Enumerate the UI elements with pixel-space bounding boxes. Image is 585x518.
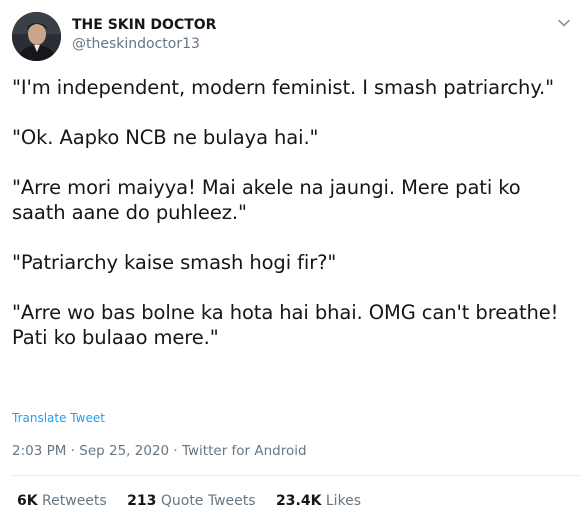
avatar-image: [12, 12, 61, 61]
likes-label: Likes: [325, 493, 362, 509]
tweet-paragraph: "Ok. Aapko NCB ne bulaya hai.": [12, 126, 319, 149]
tweet-timestamp[interactable]: 2:03 PM · Sep 25, 2020 · Twitter for And…: [12, 442, 307, 460]
quote-tweets-label: Quote Tweets: [160, 493, 256, 509]
quote-tweets-count: 213: [127, 493, 157, 509]
author-display-name[interactable]: THE SKIN DOCTOR: [72, 16, 216, 34]
author-handle[interactable]: @theskindoctor13: [72, 35, 216, 53]
divider: [12, 475, 580, 476]
tweet-paragraph: "Arre wo bas bolne ka hota hai bhai. OMG…: [12, 301, 559, 349]
tweet-paragraph: "I'm independent, modern feminist. I sma…: [12, 76, 554, 99]
retweets-count: 6K: [17, 493, 38, 509]
likes-count: 23.4K: [276, 493, 322, 509]
tweet-header: THE SKIN DOCTOR @theskindoctor13: [12, 12, 573, 62]
tweet-stats: 6K Retweets 213 Quote Tweets 23.4K Likes: [17, 492, 377, 510]
tweet-paragraph: "Arre mori maiyya! Mai akele na jaungi. …: [12, 176, 521, 224]
likes-stat[interactable]: 23.4K Likes: [276, 492, 361, 510]
translate-tweet-link[interactable]: Translate Tweet: [12, 411, 105, 426]
chevron-down-icon[interactable]: [557, 16, 571, 30]
author-info[interactable]: THE SKIN DOCTOR @theskindoctor13: [72, 16, 216, 53]
retweets-stat[interactable]: 6K Retweets: [17, 492, 107, 510]
avatar[interactable]: [12, 12, 61, 61]
tweet-paragraph: "Patriarchy kaise smash hogi fir?": [12, 251, 337, 274]
quote-tweets-stat[interactable]: 213 Quote Tweets: [127, 492, 255, 510]
tweet-text: "I'm independent, modern feminist. I sma…: [12, 75, 578, 350]
retweets-label: Retweets: [42, 493, 107, 509]
